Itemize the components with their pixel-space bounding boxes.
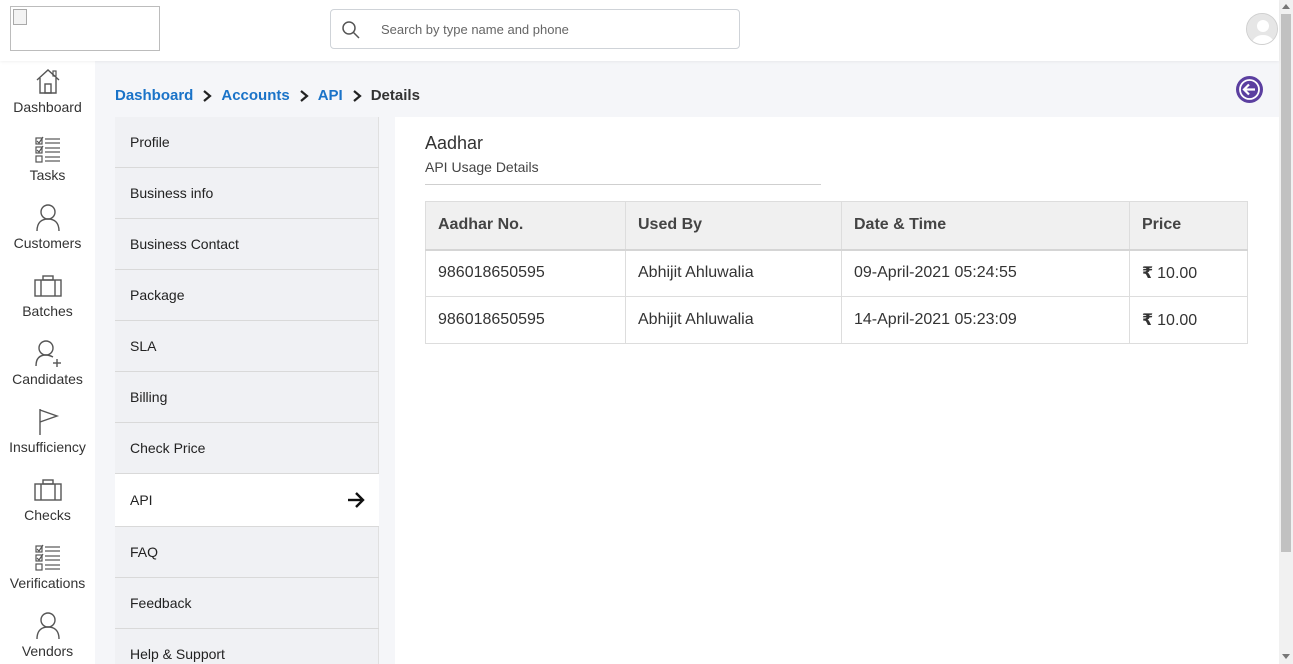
user-icon (35, 612, 60, 640)
cell-aadhar-no: 986018650595 (425, 296, 626, 344)
submenu-label: Business info (130, 185, 214, 201)
submenu-label: Package (130, 287, 185, 303)
table-row: 986018650595 Abhijit Ahluwalia 14-April-… (425, 296, 1248, 344)
submenu-label: API (130, 492, 153, 508)
submenu-help-support[interactable]: Help & Support (115, 629, 379, 664)
nav-item-insufficiency[interactable]: Insufficiency (0, 401, 95, 469)
nav-label: Verifications (9, 575, 86, 591)
submenu-sla[interactable]: SLA (115, 321, 379, 372)
scroll-down-icon[interactable] (1282, 654, 1290, 659)
checklist-icon (34, 136, 60, 163)
cell-price: ₹10.00 (1129, 296, 1248, 344)
submenu-label: FAQ (130, 544, 159, 560)
submenu-billing[interactable]: Billing (115, 372, 379, 423)
nav-label: Vendors (21, 643, 74, 659)
submenu-label: Feedback (130, 595, 192, 611)
nav-label: Checks (24, 507, 71, 523)
nav-label: Batches (22, 303, 73, 319)
divider (425, 184, 821, 185)
cell-price: ₹10.00 (1129, 249, 1248, 297)
user-add-icon (34, 340, 61, 367)
chevron-right-icon (299, 89, 309, 102)
search-box[interactable] (330, 9, 740, 49)
api-details-panel: Aadhar API Usage Details Aadhar No. Used… (395, 117, 1279, 664)
broken-image-icon (13, 9, 27, 25)
briefcase-icon (33, 275, 62, 297)
nav-item-verifications[interactable]: Verifications (0, 537, 95, 605)
scroll-up-icon[interactable] (1282, 4, 1290, 9)
column-header: Date & Time (841, 201, 1130, 251)
nav-label: Tasks (29, 167, 66, 183)
submenu-label: SLA (130, 338, 157, 354)
arrow-right-icon (348, 492, 365, 508)
panel-title: Aadhar (425, 133, 484, 153)
api-usage-table: Aadhar No. Used By Date & Time Price 986… (425, 201, 1248, 344)
nav-item-dashboard[interactable]: Dashboard (0, 61, 95, 129)
account-submenu: Profile Business info Business Contact P… (115, 117, 379, 664)
cell-used-by: Abhijit Ahluwalia (625, 249, 842, 297)
nav-label: Candidates (12, 371, 83, 387)
breadcrumb-current: Details (370, 87, 420, 104)
rupee-icon: ₹ (1142, 312, 1154, 329)
table-header-row: Aadhar No. Used By Date & Time Price (425, 201, 1248, 251)
home-icon (36, 69, 59, 94)
nav-item-tasks[interactable]: Tasks (0, 129, 95, 197)
column-header: Price (1129, 201, 1248, 251)
rupee-icon: ₹ (1142, 265, 1154, 283)
submenu-business-contact[interactable]: Business Contact (115, 219, 379, 270)
checklist-icon (34, 544, 60, 571)
submenu-label: Help & Support (130, 646, 225, 662)
submenu-package[interactable]: Package (115, 270, 379, 321)
breadcrumb-accounts[interactable]: Accounts (221, 87, 289, 104)
nav-label: Insufficiency (9, 439, 86, 455)
price-value: 10.00 (1157, 312, 1198, 329)
logo[interactable] (10, 6, 160, 51)
submenu-api[interactable]: API (115, 474, 379, 527)
cell-aadhar-no: 986018650595 (425, 249, 626, 297)
submenu-profile[interactable]: Profile (115, 117, 379, 168)
submenu-feedback[interactable]: Feedback (115, 578, 379, 629)
cell-date-time: 14-April-2021 05:23:09 (841, 296, 1130, 344)
price-value: 10.00 (1157, 265, 1198, 283)
nav-item-candidates[interactable]: Candidates (0, 333, 95, 401)
arrow-left-icon (1239, 79, 1260, 100)
submenu-faq[interactable]: FAQ (115, 527, 379, 578)
nav-item-customers[interactable]: Customers (0, 197, 95, 265)
briefcase-icon (33, 479, 62, 501)
nav-label: Customers (13, 235, 82, 251)
column-header: Aadhar No. (425, 201, 626, 251)
submenu-business-info[interactable]: Business info (115, 168, 379, 219)
nav-item-checks[interactable]: Checks (0, 469, 95, 537)
submenu-label: Billing (130, 389, 168, 405)
avatar-icon (1247, 14, 1277, 44)
cell-used-by: Abhijit Ahluwalia (625, 296, 842, 344)
scrollbar-thumb[interactable] (1281, 14, 1291, 552)
nav-label: Dashboard (13, 99, 82, 115)
search-icon (342, 21, 360, 39)
left-navigation: Dashboard Tasks Customers Batches Candid… (0, 61, 95, 664)
column-header: Used By (625, 201, 842, 251)
search-input[interactable] (381, 10, 731, 48)
panel-subtitle: API Usage Details (425, 159, 539, 175)
flag-icon (38, 409, 59, 435)
content-area: Dashboard Accounts API Details Profile B… (95, 61, 1279, 664)
breadcrumb: Dashboard Accounts API Details (115, 87, 420, 104)
breadcrumb-api[interactable]: API (318, 87, 343, 104)
breadcrumb-dashboard[interactable]: Dashboard (115, 87, 193, 104)
table-row: 986018650595 Abhijit Ahluwalia 09-April-… (425, 249, 1248, 297)
submenu-label: Profile (130, 134, 170, 150)
user-icon (35, 204, 60, 232)
submenu-label: Business Contact (130, 236, 239, 252)
chevron-right-icon (203, 89, 213, 102)
submenu-label: Check Price (130, 440, 206, 456)
cell-date-time: 09-April-2021 05:24:55 (841, 249, 1130, 297)
avatar[interactable] (1246, 13, 1278, 45)
top-bar (0, 0, 1279, 61)
nav-item-batches[interactable]: Batches (0, 265, 95, 333)
back-button[interactable] (1236, 76, 1263, 103)
submenu-check-price[interactable]: Check Price (115, 423, 379, 474)
page-scrollbar[interactable] (1279, 0, 1293, 664)
chevron-right-icon (353, 89, 362, 102)
nav-item-vendors[interactable]: Vendors (0, 605, 95, 664)
